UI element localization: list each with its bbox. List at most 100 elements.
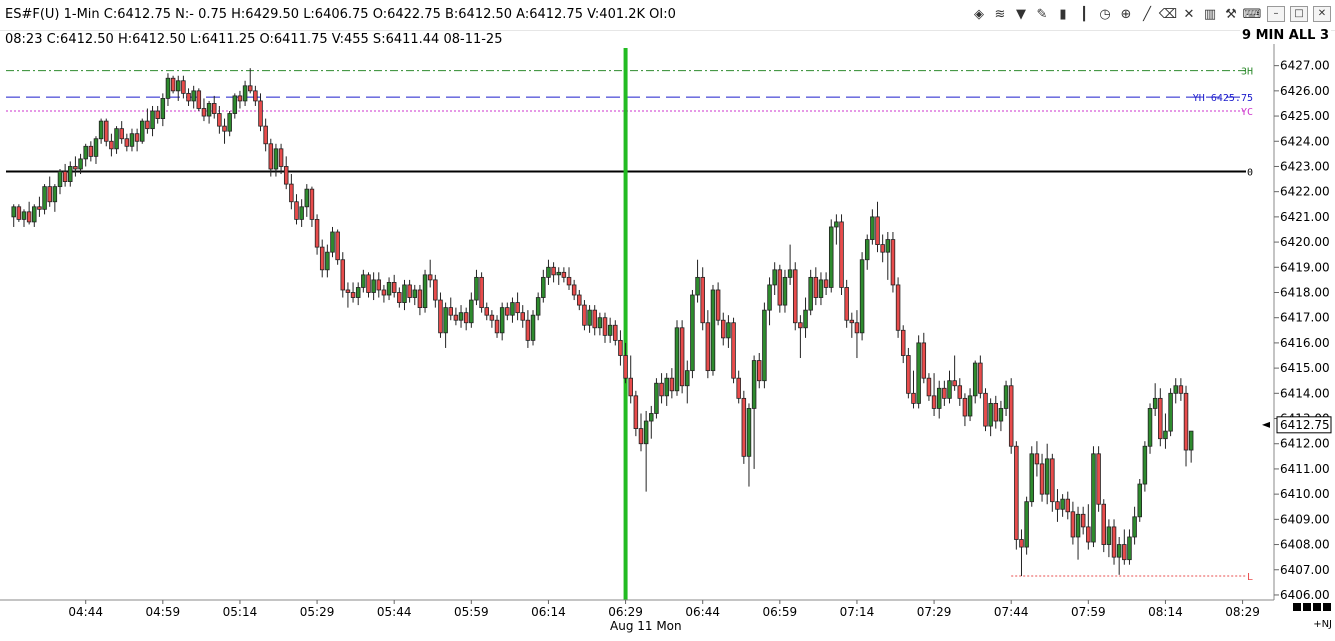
candle-body: [397, 292, 402, 303]
keyboard-icon[interactable]: ⌨: [1242, 6, 1262, 24]
candle-body: [577, 294, 582, 306]
eraser-icon[interactable]: ⌫: [1158, 6, 1178, 24]
price-tick-label: 6423.00: [1280, 159, 1330, 173]
candle-body: [1014, 445, 1019, 540]
candle-body: [669, 377, 675, 392]
candle-body: [186, 92, 191, 102]
candle-body: [751, 360, 757, 409]
candle-body: [32, 206, 37, 223]
layers-icon[interactable]: ◈: [969, 6, 989, 24]
wrench-icon[interactable]: ⚒: [1221, 6, 1241, 24]
scroll-next-button[interactable]: [1313, 603, 1321, 611]
candle-body: [304, 188, 310, 208]
candle-body: [140, 120, 145, 142]
candle-body: [129, 133, 135, 147]
candle-body: [366, 274, 371, 293]
level-label-3: 0: [1247, 168, 1253, 179]
candle-body: [134, 133, 140, 142]
candle-body: [181, 80, 186, 94]
candle-body: [1116, 544, 1122, 558]
x-icon[interactable]: ✕: [1179, 6, 1199, 24]
price-tick-label: 6414.00: [1280, 386, 1330, 400]
candle-body: [448, 307, 454, 316]
candle-body: [242, 85, 248, 102]
candle-body: [278, 148, 284, 167]
candle-body: [993, 402, 999, 422]
candle-body: [952, 380, 957, 387]
candle-body: [1075, 513, 1081, 538]
price-tick-label: 6417.00: [1280, 311, 1330, 325]
interval-label[interactable]: 9 MIN ALL 3: [1240, 28, 1331, 43]
minimize-icon[interactable]: –: [1267, 6, 1285, 22]
price-tick-label: 6406.00: [1280, 588, 1330, 602]
candle-body: [1168, 392, 1173, 432]
candle-body: [1024, 501, 1029, 548]
price-tick-label: 6419.00: [1280, 260, 1330, 274]
wave-icon[interactable]: ≋: [990, 6, 1010, 24]
candle-body: [1111, 526, 1117, 558]
candle-body: [104, 120, 109, 142]
candle-body: [685, 370, 690, 387]
candle-body: [289, 183, 294, 203]
candle-body: [762, 309, 767, 382]
candle-body: [453, 314, 459, 321]
candle-body: [1147, 408, 1153, 447]
candle-body: [1029, 453, 1035, 503]
price-tick-label: 6420.00: [1280, 235, 1330, 249]
candle-body: [957, 385, 963, 399]
candle-body: [628, 377, 633, 397]
candle-body: [1158, 397, 1163, 440]
trash-icon[interactable]: ▥: [1200, 6, 1220, 24]
candle-body: [813, 276, 819, 298]
candle-body: [633, 395, 639, 430]
candle-body: [309, 188, 315, 220]
candle-body: [746, 408, 752, 457]
close-icon[interactable]: ✕: [1313, 6, 1331, 22]
candle-body: [551, 266, 556, 276]
candle-body: [649, 413, 654, 422]
scroll-last-button[interactable]: [1323, 603, 1331, 611]
candle-body: [417, 289, 423, 309]
price-tick-label: 6425.00: [1280, 109, 1330, 123]
filter-icon[interactable]: ▼: [1011, 6, 1031, 24]
candle-body: [731, 322, 736, 379]
candle-body: [335, 231, 340, 261]
candle-body: [1183, 392, 1189, 451]
pencil-icon[interactable]: ✎: [1032, 6, 1052, 24]
candle-body: [967, 395, 973, 417]
candle-body: [489, 314, 495, 321]
candle-body: [1080, 513, 1086, 528]
clock-icon[interactable]: ◷: [1095, 6, 1115, 24]
candle-body: [1019, 539, 1024, 548]
candle-body: [736, 377, 741, 399]
price-tick-label: 6418.00: [1280, 285, 1330, 299]
pen-icon[interactable]: ╱: [1137, 6, 1157, 24]
candle-body: [715, 289, 721, 321]
scroll-first-button[interactable]: [1293, 603, 1301, 611]
candle-body: [900, 329, 906, 356]
compass-icon[interactable]: ⊕: [1116, 6, 1136, 24]
candle-body: [371, 279, 376, 293]
candle-icon[interactable]: ┃: [1074, 6, 1094, 24]
candle-body: [345, 289, 351, 293]
bars-icon[interactable]: ▮: [1053, 6, 1073, 24]
candle-body: [78, 158, 83, 170]
scroll-prev-button[interactable]: [1303, 603, 1311, 611]
candle-body: [165, 77, 171, 99]
restore-icon[interactable]: □: [1290, 6, 1308, 22]
candle-body: [155, 110, 160, 119]
scroll-controls[interactable]: [1293, 603, 1331, 611]
candle-body: [62, 171, 68, 182]
level-lines: 3H YH 6425.75 YC 0 L: [6, 48, 1253, 600]
candle-body: [124, 138, 130, 147]
candle-body: [42, 186, 47, 210]
candles: [11, 68, 1194, 577]
candle-body: [299, 206, 304, 220]
candlestick-chart[interactable]: 3HYH 6425.75YC0L 6406.006407.006408.0064…: [0, 44, 1335, 641]
candle-body: [613, 324, 618, 341]
candle-body: [988, 402, 993, 427]
candle-body: [217, 113, 222, 127]
title-bar: ES#F(U) 1-Min C:6412.75 N:- 0.75 H:6429.…: [0, 0, 1335, 31]
candle-body: [479, 276, 484, 309]
candle-body: [983, 392, 988, 427]
